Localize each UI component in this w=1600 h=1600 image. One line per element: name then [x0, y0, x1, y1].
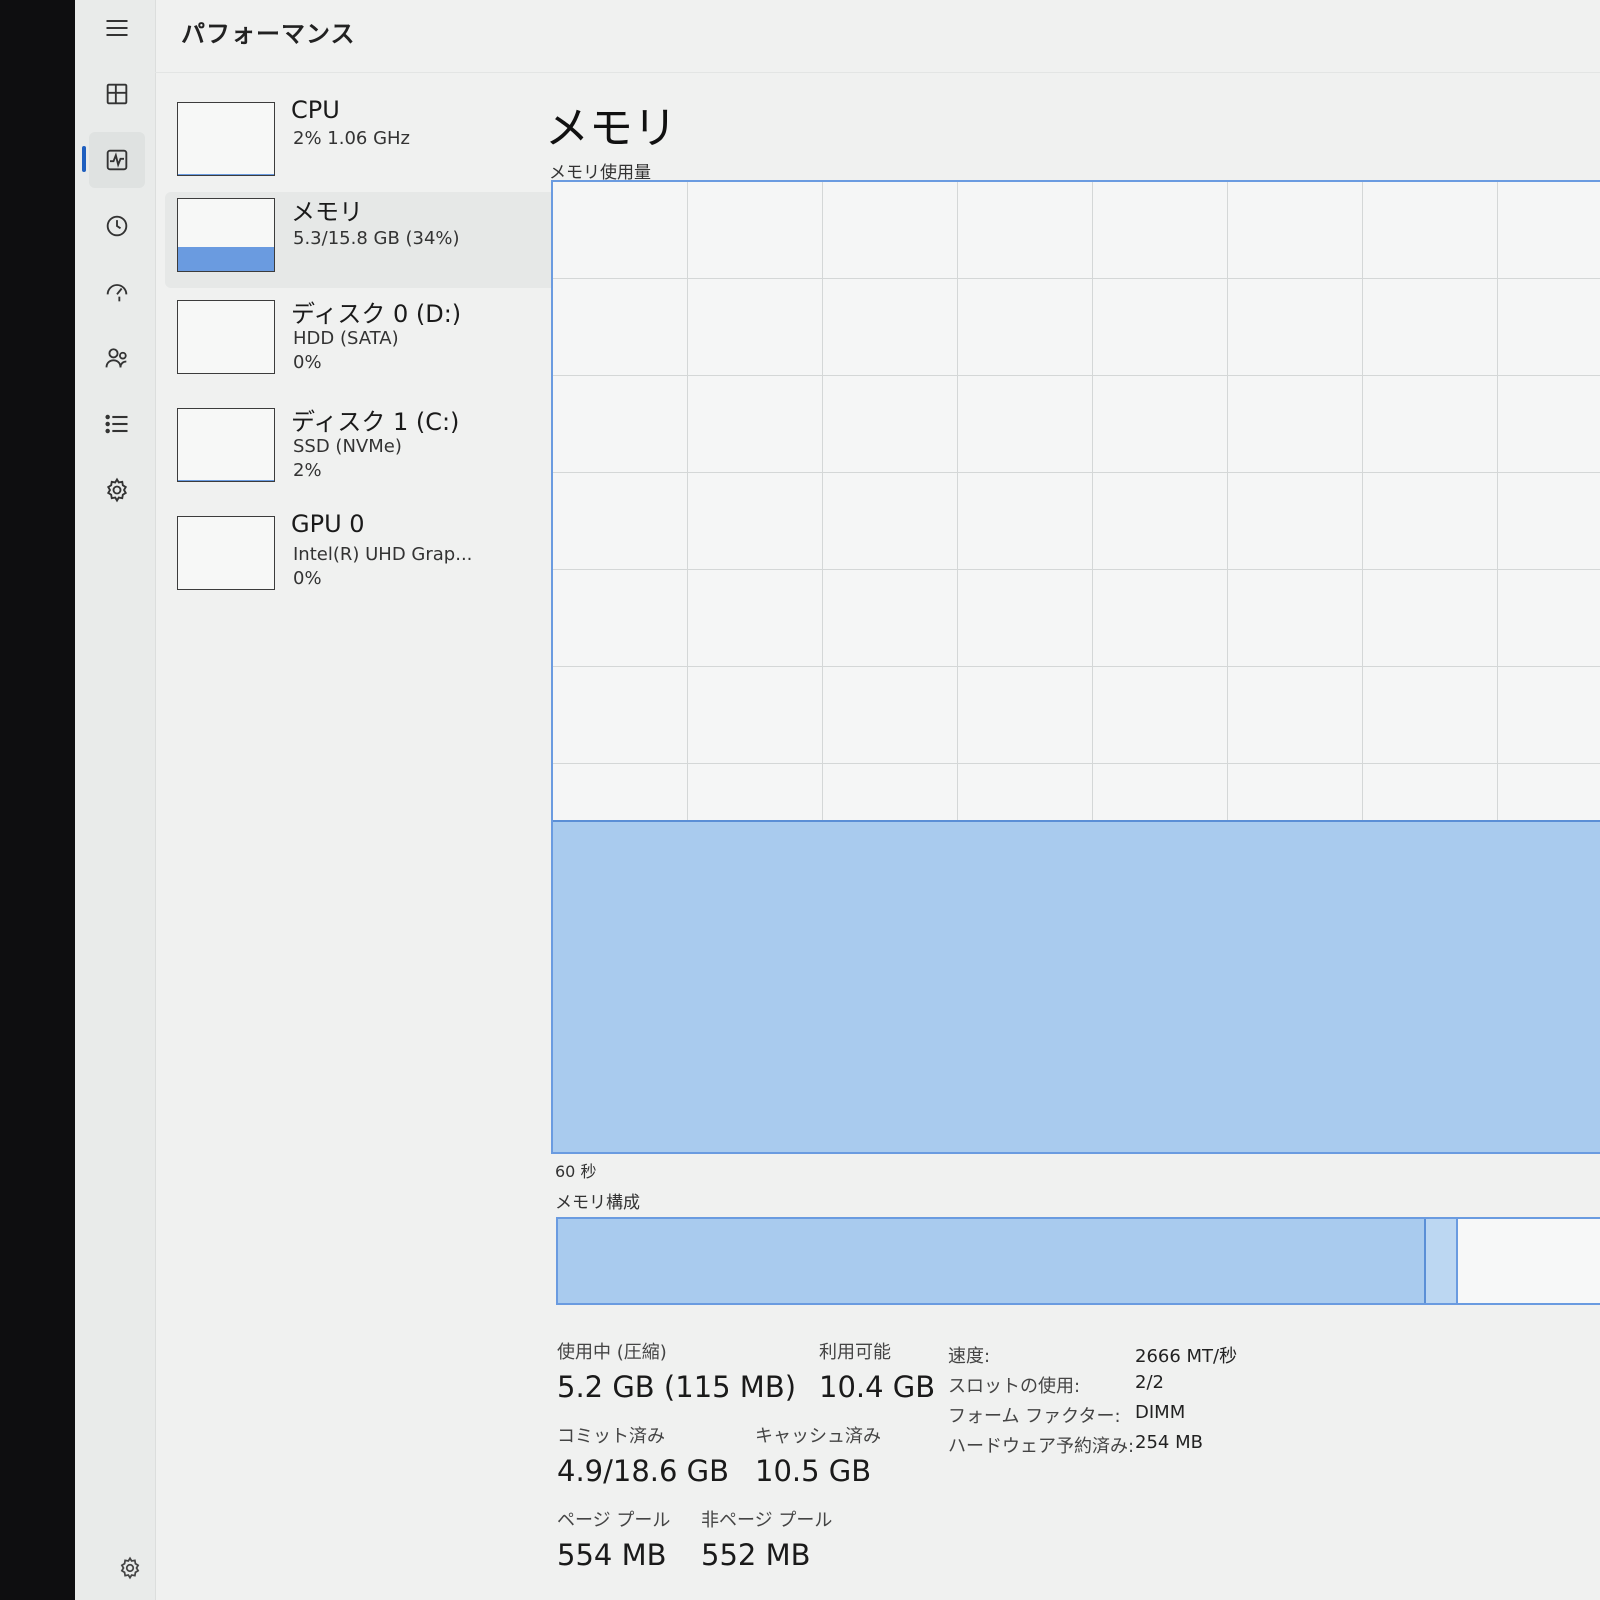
- memory-usage-chart: [551, 180, 1600, 1154]
- device-name: ディスク 0 (D:): [291, 300, 462, 328]
- spec-value-form-factor: DIMM: [1135, 1402, 1186, 1423]
- device-detail: 2% 1.06 GHz: [293, 128, 411, 149]
- device-item-memory[interactable]: メモリ 5.3/15.8 GB (34%): [165, 192, 585, 288]
- history-icon[interactable]: [89, 198, 145, 254]
- device-item-disk1[interactable]: ディスク 1 (C:) SSD (NVMe) 2%: [165, 402, 585, 498]
- list-icon[interactable]: [89, 396, 145, 452]
- section-title: メモリ: [545, 103, 677, 154]
- spec-key-form-factor: フォーム ファクター:: [948, 1406, 1121, 1427]
- hamburger-icon[interactable]: [89, 0, 145, 56]
- spec-key-slots: スロットの使用:: [948, 1376, 1081, 1397]
- device-item-gpu0[interactable]: GPU 0 Intel(R) UHD Grap... 0%: [165, 510, 585, 606]
- cached-label: キャッシュ済み: [755, 1426, 881, 1447]
- device-item-cpu[interactable]: CPU 2% 1.06 GHz: [165, 96, 585, 192]
- processes-icon[interactable]: [89, 66, 145, 122]
- nav-rail: [75, 0, 156, 1600]
- time-axis-label: 60 秒: [555, 1162, 597, 1181]
- spec-value-hw-reserved: 254 MB: [1135, 1432, 1203, 1453]
- title-divider: [155, 72, 1600, 73]
- in-use-value: 5.2 GB (115 MB): [557, 1370, 797, 1404]
- task-manager-window: パフォーマンス CPU 2% 1.06 GHz メモリ 5.3/15.8 GB …: [75, 0, 1600, 1600]
- nonpaged-pool-value: 552 MB: [701, 1538, 811, 1572]
- device-name: メモリ: [291, 198, 363, 226]
- performance-icon[interactable]: [89, 132, 145, 188]
- device-detail: SSD (NVMe): [293, 436, 402, 457]
- available-label: 利用可能: [819, 1342, 891, 1363]
- committed-label: コミット済み: [557, 1426, 665, 1447]
- device-thumbnail: [177, 198, 275, 272]
- paged-pool-label: ページ プール: [557, 1510, 671, 1531]
- cached-value: 10.5 GB: [755, 1454, 872, 1488]
- composition-label: メモリ構成: [555, 1193, 640, 1213]
- device-item-disk0[interactable]: ディスク 0 (D:) HDD (SATA) 0%: [165, 294, 585, 390]
- composition-in-use-segment: [558, 1219, 1426, 1303]
- composition-modified-segment: [1426, 1219, 1458, 1303]
- settings-icon[interactable]: [110, 1548, 150, 1588]
- startup-icon[interactable]: [89, 264, 145, 320]
- device-detail: Intel(R) UHD Grap...: [293, 544, 473, 565]
- device-usage-text: 0%: [293, 568, 322, 589]
- device-thumbnail: [177, 516, 275, 590]
- device-usage-fill: [178, 246, 274, 271]
- page-title: パフォーマンス: [181, 20, 356, 48]
- device-name: GPU 0: [291, 510, 365, 538]
- spec-key-hw-reserved: ハードウェア予約済み:: [948, 1436, 1135, 1457]
- memory-usage-area: [553, 820, 1600, 1152]
- device-thumbnail: [177, 408, 275, 482]
- paged-pool-value: 554 MB: [557, 1538, 667, 1572]
- device-usage-fill: [178, 479, 274, 481]
- in-use-label: 使用中 (圧縮): [557, 1342, 667, 1363]
- committed-value: 4.9/18.6 GB: [557, 1454, 730, 1488]
- device-thumbnail: [177, 300, 275, 374]
- device-name: CPU: [291, 96, 340, 124]
- device-usage-text: 0%: [293, 352, 322, 373]
- active-indicator: [82, 146, 86, 172]
- device-thumbnail: [177, 102, 275, 176]
- users-icon[interactable]: [89, 330, 145, 386]
- spec-value-speed: 2666 MT/秒: [1135, 1346, 1238, 1367]
- spec-value-slots: 2/2: [1135, 1372, 1164, 1393]
- device-detail: HDD (SATA): [293, 328, 399, 349]
- device-usage-text: 2%: [293, 460, 322, 481]
- nonpaged-pool-label: 非ページ プール: [701, 1510, 833, 1531]
- device-name: ディスク 1 (C:): [291, 408, 460, 436]
- services-icon[interactable]: [89, 462, 145, 518]
- device-usage-fill: [178, 173, 274, 175]
- device-detail: 5.3/15.8 GB (34%): [293, 228, 460, 249]
- available-value: 10.4 GB: [819, 1370, 936, 1404]
- memory-composition-bar: [556, 1217, 1600, 1305]
- spec-key-speed: 速度:: [948, 1346, 991, 1367]
